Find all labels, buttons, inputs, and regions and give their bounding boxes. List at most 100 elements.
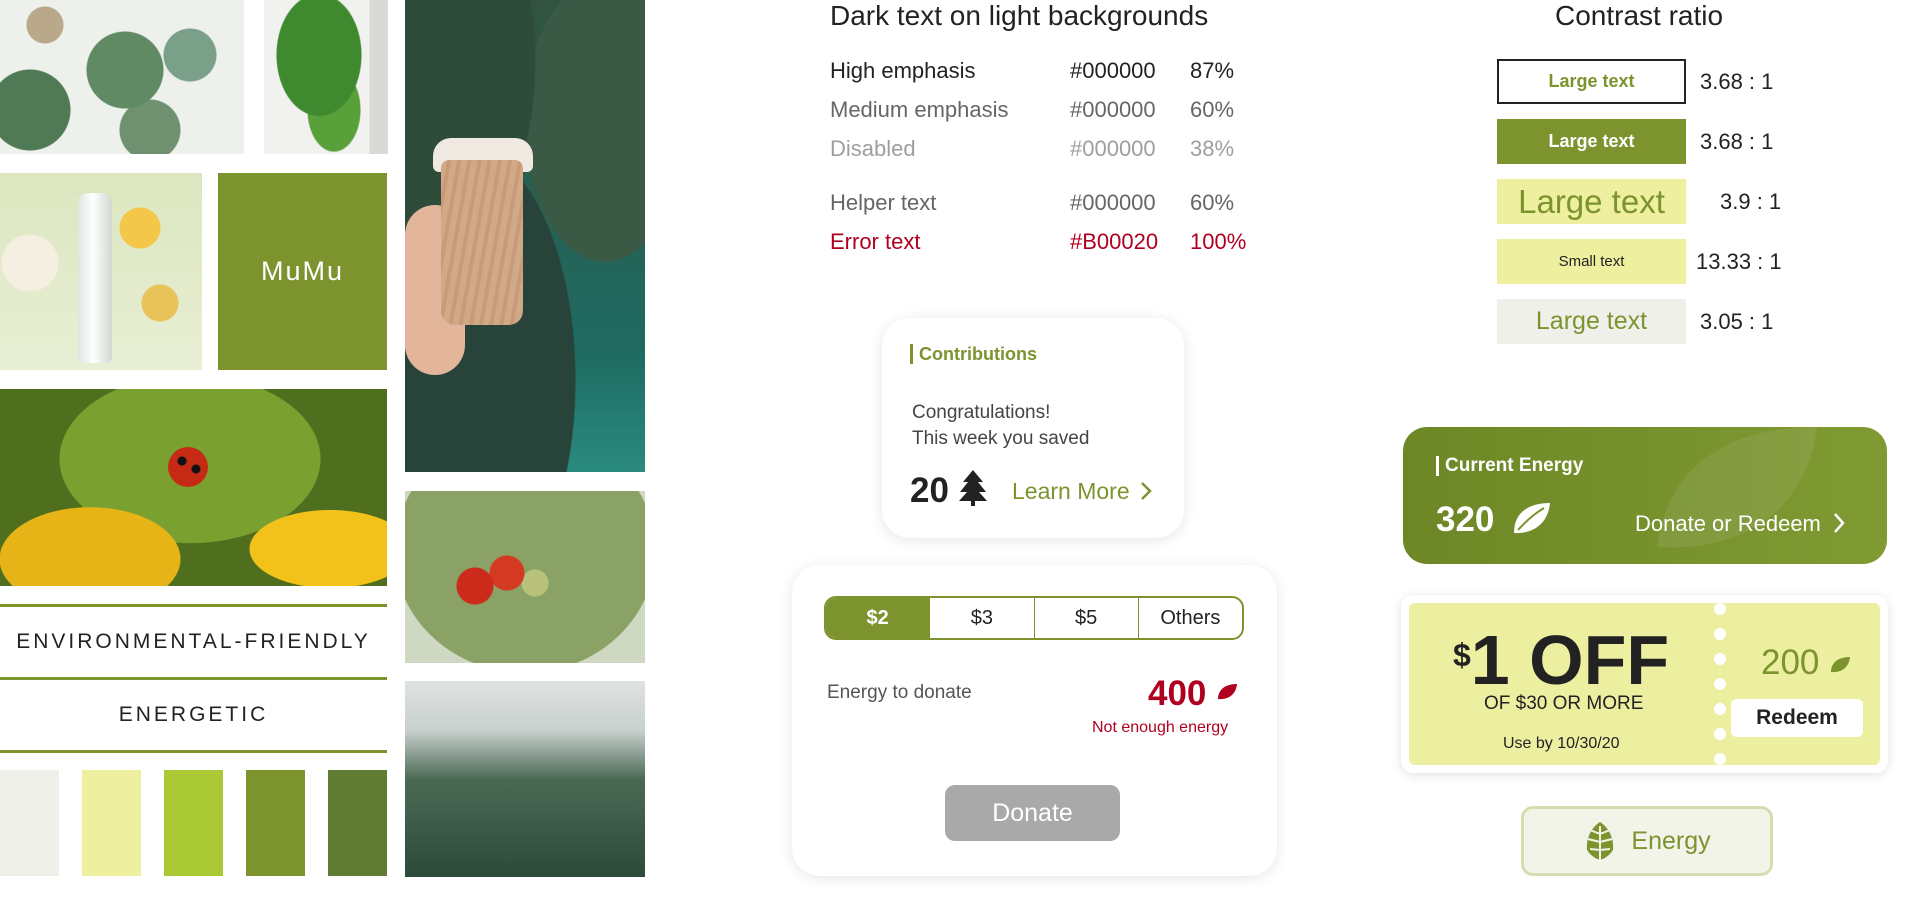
donate-or-redeem-link[interactable]: Donate or Redeem xyxy=(1635,511,1845,537)
row-name: Medium emphasis xyxy=(830,97,1009,122)
tomato-photo xyxy=(405,491,645,663)
coupon-headline: $1 OFF xyxy=(1453,625,1669,695)
donate-amount: 400 xyxy=(1148,674,1238,714)
divider xyxy=(0,750,387,753)
amount-option-5[interactable]: $5 xyxy=(1035,598,1139,638)
dark-text-title: Dark text on light backgrounds xyxy=(830,0,1209,31)
leaf-icon xyxy=(1218,684,1238,700)
row-error-text: Error text #B00020 100% xyxy=(830,229,1250,261)
chevron-right-icon xyxy=(1834,513,1845,533)
saved-count-value: 20 xyxy=(910,471,949,510)
current-energy-card xyxy=(1403,427,1887,564)
chevron-right-icon xyxy=(1141,482,1152,500)
sample-label: Large text xyxy=(1518,182,1665,220)
row-hex: #B00020 xyxy=(1070,229,1159,254)
coupon-subline: OF $30 OR MORE xyxy=(1484,693,1644,714)
amount-option-2[interactable]: $2 xyxy=(826,598,931,638)
coupon-headline-text: 1 OFF xyxy=(1470,621,1670,699)
contrast-ratio-1: 3.68 : 1 xyxy=(1700,69,1774,94)
energy-value-text: 320 xyxy=(1436,500,1495,539)
learn-more-label: Learn More xyxy=(1012,478,1130,504)
row-helper-text: Helper text #000000 60% xyxy=(830,190,1250,222)
divider xyxy=(0,604,387,607)
bottle xyxy=(78,193,112,363)
donate-amount-value: 400 xyxy=(1148,674,1207,713)
contrast-sample-4: Small text xyxy=(1497,239,1686,284)
saved-count: 20 xyxy=(910,470,987,511)
sample-label: Large text xyxy=(1535,307,1648,335)
leaf-icon xyxy=(1831,657,1851,673)
redeem-button[interactable]: Redeem xyxy=(1731,699,1863,737)
donate-button[interactable]: Donate xyxy=(945,785,1120,841)
row-name: Error text xyxy=(830,229,921,254)
wine-bottle-photo xyxy=(0,173,202,370)
energy-tab-button[interactable]: Energy xyxy=(1521,806,1773,876)
sample-label: Small text xyxy=(1558,253,1625,270)
coffee-cup-photo xyxy=(405,0,645,472)
leaf-watermark-icon xyxy=(1657,427,1817,548)
contrast-ratio-4: 13.33 : 1 xyxy=(1696,249,1782,274)
row-pct: 60% xyxy=(1190,97,1235,122)
energy-to-donate-label: Energy to donate xyxy=(827,682,972,703)
message-line-1: Congratulations! xyxy=(912,402,1051,423)
amount-option-others[interactable]: Others xyxy=(1139,598,1242,638)
row-pct: 100% xyxy=(1190,229,1247,254)
contrast-ratio-2: 3.68 : 1 xyxy=(1700,129,1774,154)
row-pct: 38% xyxy=(1190,136,1235,161)
brand-logo-tile: MuMu xyxy=(218,173,387,370)
row-hex: #000000 xyxy=(1070,58,1156,83)
energy-value: 320 xyxy=(1436,500,1552,540)
ladybug xyxy=(168,447,208,487)
coupon-currency: $ xyxy=(1453,637,1471,673)
learn-more-link[interactable]: Learn More xyxy=(1012,478,1152,505)
row-name: Helper text xyxy=(830,190,937,215)
leaf-icon xyxy=(1514,503,1551,534)
brand-name: MuMu xyxy=(260,256,344,286)
coupon-cost-value: 200 xyxy=(1761,643,1820,682)
row-name: High emphasis xyxy=(830,58,976,83)
coupon-perforation xyxy=(1714,603,1726,765)
tree-icon xyxy=(958,470,987,506)
row-hex: #000000 xyxy=(1070,190,1156,215)
keyword-energetic: ENERGETIC xyxy=(118,703,269,726)
contrast-ratio-5: 3.05 : 1 xyxy=(1700,309,1774,334)
contrast-title: Contrast ratio xyxy=(1555,0,1724,31)
palette-swatch-2 xyxy=(82,770,141,876)
palette-swatch-1 xyxy=(0,770,59,876)
row-disabled: Disabled #000000 38% xyxy=(830,136,1250,168)
row-pct: 87% xyxy=(1190,58,1235,83)
hanging-plant-photo xyxy=(264,0,388,154)
sample-label: Large text xyxy=(1548,131,1635,151)
divider xyxy=(0,677,387,680)
energy-tab-label: Energy xyxy=(1631,826,1711,855)
contrast-sample-5: Large text xyxy=(1497,299,1686,344)
contributions-title: Contributions xyxy=(910,344,1037,364)
contributions-message: Congratulations! This week you saved xyxy=(912,400,1172,452)
contrast-sample-3: Large text xyxy=(1497,179,1686,224)
palette-swatch-3 xyxy=(164,770,223,876)
sample-label: Large text xyxy=(1548,71,1635,91)
forest-photo xyxy=(405,681,645,877)
contrast-sample-1: Large text xyxy=(1497,59,1686,104)
donation-amount-selector: $2 $3 $5 Others xyxy=(824,596,1244,640)
donate-or-redeem-label: Donate or Redeem xyxy=(1635,511,1821,536)
paper-cup xyxy=(441,160,523,325)
current-energy-title: Current Energy xyxy=(1436,456,1583,476)
contrast-sample-2: Large text xyxy=(1497,119,1686,164)
coupon-cost: 200 xyxy=(1761,643,1851,683)
succulents-photo xyxy=(0,0,244,154)
coupon-expiry: Use by 10/30/20 xyxy=(1503,735,1620,752)
row-high-emphasis: High emphasis #000000 87% xyxy=(830,58,1250,90)
amount-option-3[interactable]: $3 xyxy=(930,598,1035,638)
keyword-environmental: ENVIRONMENTAL-FRIENDLY xyxy=(16,630,371,653)
ladybug-photo xyxy=(0,389,387,586)
not-enough-energy-error: Not enough energy xyxy=(1092,719,1229,736)
message-line-2: This week you saved xyxy=(912,428,1090,449)
row-hex: #000000 xyxy=(1070,97,1156,122)
palette-swatch-4 xyxy=(246,770,305,876)
monstera-leaf-icon xyxy=(1587,822,1614,861)
row-hex: #000000 xyxy=(1070,136,1156,161)
row-medium-emphasis: Medium emphasis #000000 60% xyxy=(830,97,1250,129)
row-pct: 60% xyxy=(1190,190,1235,215)
row-name: Disabled xyxy=(830,136,916,161)
